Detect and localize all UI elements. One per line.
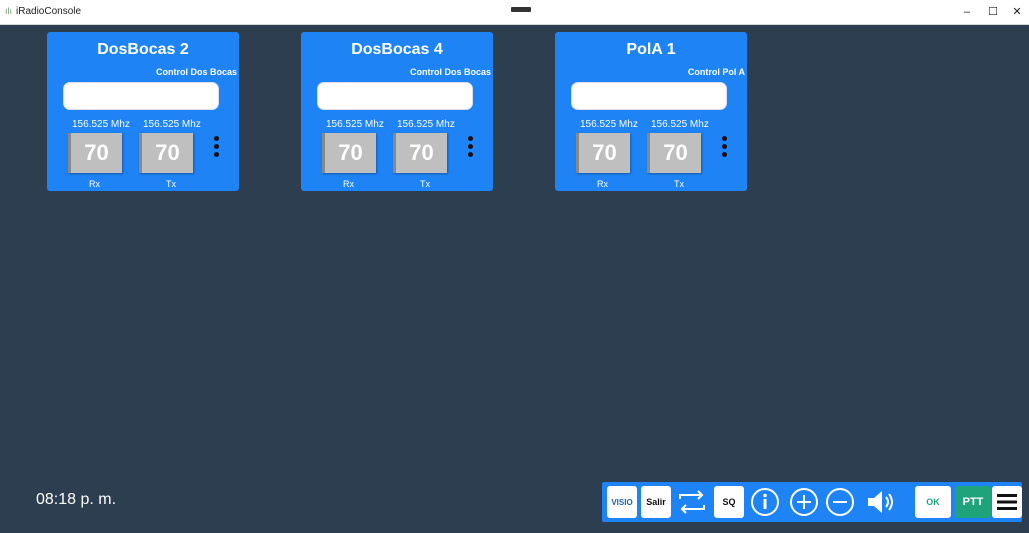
volume-icon[interactable] xyxy=(859,486,905,518)
close-button[interactable]: ✕ xyxy=(1006,2,1028,22)
more-vertical-icon[interactable] xyxy=(468,136,474,158)
tx-frequency: 156.525 Mhz xyxy=(143,119,201,130)
tx-frequency: 156.525 Mhz xyxy=(651,119,709,130)
clock: 08:18 p. m. xyxy=(36,491,117,508)
info-icon[interactable] xyxy=(748,486,782,518)
rx-label: Rx xyxy=(89,179,100,189)
exit-button[interactable]: Salir xyxy=(641,486,671,518)
tx-label: Tx xyxy=(166,179,176,189)
rx-frequency: 156.525 Mhz xyxy=(72,119,130,130)
menu-icon[interactable] xyxy=(992,486,1022,518)
rx-label: Rx xyxy=(597,179,608,189)
card-message-field[interactable] xyxy=(63,82,219,110)
tx-channel-button[interactable]: 70 xyxy=(647,133,701,173)
squelch-button[interactable]: SQ xyxy=(714,486,744,518)
rx-channel-number: 70 xyxy=(338,140,363,165)
ok-button[interactable]: OK xyxy=(915,486,951,518)
radio-card-pola-1[interactable]: PolA 1 Control Pol A 156.525 Mhz 156.525… xyxy=(555,32,747,191)
drag-handle[interactable] xyxy=(511,7,531,12)
tx-label: Tx xyxy=(420,179,430,189)
bottom-toolbar: VISIO Salir SQ OK PTT xyxy=(602,482,1022,522)
title-bar: ılı iRadioConsole – ☐ ✕ xyxy=(0,0,1029,25)
visio-label: VISIO xyxy=(611,497,633,507)
window-title: iRadioConsole xyxy=(16,6,82,17)
card-message-field[interactable] xyxy=(317,82,473,110)
minus-icon[interactable] xyxy=(823,486,857,518)
rx-label: Rx xyxy=(343,179,354,189)
tx-channel-button[interactable]: 70 xyxy=(393,133,447,173)
rx-frequency: 156.525 Mhz xyxy=(580,119,638,130)
card-title: DosBocas 4 xyxy=(351,41,443,58)
maximize-button[interactable]: ☐ xyxy=(982,2,1004,22)
rx-channel-button[interactable]: 70 xyxy=(322,133,376,173)
visio-button[interactable]: VISIO xyxy=(607,486,637,518)
squelch-label: SQ xyxy=(722,497,736,507)
more-vertical-icon[interactable] xyxy=(722,136,728,158)
card-message-field[interactable] xyxy=(571,82,727,110)
card-title: PolA 1 xyxy=(626,41,676,58)
rx-channel-number: 70 xyxy=(84,140,109,165)
rx-channel-button[interactable]: 70 xyxy=(68,133,122,173)
card-subtitle: Control Dos Bocas xyxy=(155,67,237,77)
rx-channel-button[interactable]: 70 xyxy=(576,133,630,173)
radio-card-dosbocas-4[interactable]: DosBocas 4 Control Dos Bocas 156.525 Mhz… xyxy=(301,32,493,191)
rx-frequency: 156.525 Mhz xyxy=(326,119,384,130)
exit-label: Salir xyxy=(646,497,666,507)
tx-channel-button[interactable]: 70 xyxy=(139,133,193,173)
tx-label: Tx xyxy=(674,179,684,189)
tx-channel-number: 70 xyxy=(155,140,180,165)
tx-channel-number: 70 xyxy=(663,140,688,165)
ptt-label: PTT xyxy=(962,496,984,508)
card-title: DosBocas 2 xyxy=(97,41,189,58)
repeat-icon[interactable] xyxy=(675,486,709,518)
card-subtitle: Control Pol A xyxy=(687,67,745,77)
rx-channel-number: 70 xyxy=(592,140,617,165)
ptt-button[interactable]: PTT xyxy=(955,486,991,518)
radio-card-dosbocas-2[interactable]: DosBocas 2 Control Dos Bocas 156.525 Mhz… xyxy=(47,32,239,191)
app-icon: ılı xyxy=(5,6,13,16)
tx-channel-number: 70 xyxy=(409,140,434,165)
tx-frequency: 156.525 Mhz xyxy=(397,119,455,130)
plus-icon[interactable] xyxy=(787,486,821,518)
minimize-button[interactable]: – xyxy=(956,2,978,22)
ok-label: OK xyxy=(926,497,940,507)
card-subtitle: Control Dos Bocas xyxy=(409,67,491,77)
more-vertical-icon[interactable] xyxy=(214,136,220,158)
